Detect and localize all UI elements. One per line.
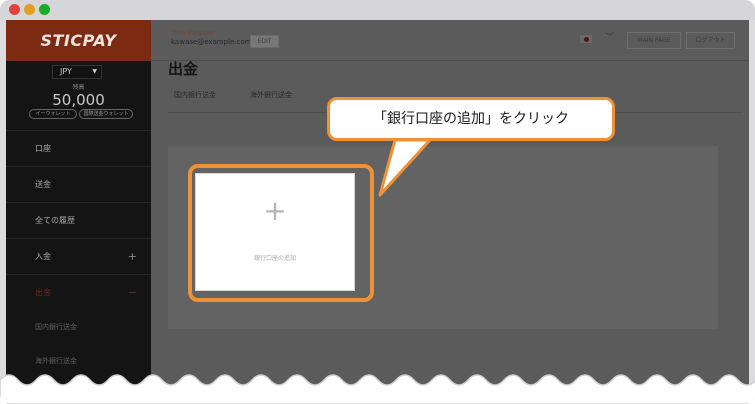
sidebar-item-withdraw[interactable]: 出金 −	[6, 274, 151, 310]
currency-value: JPY	[60, 67, 72, 76]
window-titlebar	[0, 0, 755, 20]
sidebar-subitem-domestic-transfer[interactable]: 国内銀行送金	[6, 310, 151, 344]
balance-label: 残高	[72, 84, 85, 91]
page-title: 出金	[168, 60, 199, 78]
torn-edge-shape	[0, 374, 755, 404]
sidebar-item-deposit[interactable]: 入金 +	[6, 238, 151, 274]
highlight-frame	[188, 164, 374, 302]
sidebar-item-label: 全ての履歴	[35, 216, 75, 225]
top-bar: Taro Kawase kawase@example.com EDIT ﹀ MA…	[151, 20, 749, 61]
minus-icon[interactable]: −	[128, 275, 137, 311]
plus-icon[interactable]: +	[128, 239, 137, 275]
tab-overseas-transfer[interactable]: 海外銀行送金	[250, 90, 292, 100]
international-wallet-button[interactable]: 国際送金ウォレット	[79, 109, 133, 119]
user-name: Taro Kawase	[171, 29, 215, 37]
sidebar-item-account[interactable]: 口座	[6, 130, 151, 166]
instruction-callout: 「銀行口座の追加」をクリック	[327, 97, 615, 141]
flag-sun	[584, 37, 589, 42]
logo-bar: STICPAY	[6, 20, 151, 61]
sidebar-item-label: 入金	[35, 252, 51, 261]
edit-profile-button[interactable]: EDIT	[250, 35, 279, 48]
japan-flag-icon[interactable]	[579, 34, 593, 44]
sidebar-item-label: 口座	[35, 144, 51, 153]
sidebar-item-history[interactable]: 全ての履歴	[6, 202, 151, 238]
sidebar-item-label: 送金	[35, 180, 51, 189]
logout-button[interactable]: ログアウト	[686, 32, 735, 49]
browser-window: STICPAY JPY ▼ 残高 50,000 イーウォレット 国際送金ウォレッ…	[0, 0, 755, 404]
callout-text: 「銀行口座の追加」をクリック	[373, 111, 569, 127]
user-email: kawase@example.com	[171, 38, 252, 46]
chevron-down-icon: ▼	[92, 68, 97, 75]
sidebar-item-transfer[interactable]: 送金	[6, 166, 151, 202]
sidebar-item-label: 出金	[35, 288, 51, 297]
chevron-down-icon[interactable]: ﹀	[605, 30, 614, 43]
sticpay-logo[interactable]: STICPAY	[6, 31, 151, 50]
currency-select[interactable]: JPY ▼	[52, 65, 102, 79]
main-page-button[interactable]: MAIN PAGE	[627, 32, 681, 49]
tab-domestic-transfer[interactable]: 国内銀行送金	[174, 90, 216, 100]
balance-amount: 50,000	[52, 91, 105, 109]
close-window-icon[interactable]	[9, 4, 20, 15]
e-wallet-button[interactable]: イーウォレット	[29, 109, 77, 119]
minimize-window-icon[interactable]	[24, 4, 35, 15]
sidebar: STICPAY JPY ▼ 残高 50,000 イーウォレット 国際送金ウォレッ…	[6, 20, 151, 404]
maximize-window-icon[interactable]	[39, 4, 50, 15]
torn-edge	[0, 374, 755, 404]
